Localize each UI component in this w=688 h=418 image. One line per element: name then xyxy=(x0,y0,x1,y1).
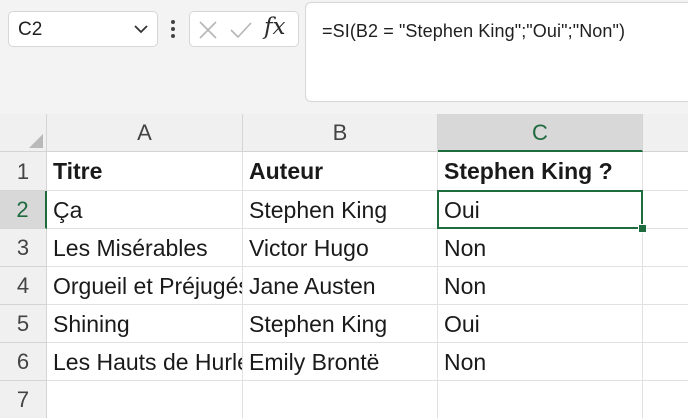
cell-c5[interactable]: Oui xyxy=(438,305,643,343)
cell-d3[interactable] xyxy=(643,229,688,267)
column-header-a[interactable]: A xyxy=(47,114,243,152)
cell-a1[interactable]: Titre xyxy=(47,152,243,191)
row-header-2[interactable]: 2 xyxy=(0,191,47,229)
cell-b7[interactable] xyxy=(243,381,438,418)
cell-b4[interactable]: Jane Austen xyxy=(243,267,438,305)
cell-d4[interactable] xyxy=(643,267,688,305)
row-header-3[interactable]: 3 xyxy=(0,229,47,267)
select-all-button[interactable] xyxy=(0,114,47,152)
select-all-triangle-icon xyxy=(29,134,43,148)
more-options-icon[interactable] xyxy=(168,16,178,42)
row-header-6[interactable]: 6 xyxy=(0,343,47,381)
name-box[interactable]: C2 xyxy=(8,11,158,47)
row-header-4[interactable]: 4 xyxy=(0,267,47,305)
cell-d1[interactable] xyxy=(643,152,688,191)
cell-a2[interactable]: Ça xyxy=(47,191,243,229)
formula-actions: fx xyxy=(189,11,299,47)
active-cell-border[interactable] xyxy=(437,190,643,229)
spreadsheet-app: C2 fx =SI(B2 = "Stephen King";"Oui";"Non… xyxy=(0,0,688,418)
cell-d5[interactable] xyxy=(643,305,688,343)
row-header-5[interactable]: 5 xyxy=(0,305,47,343)
cell-b5[interactable]: Stephen King xyxy=(243,305,438,343)
fill-handle[interactable] xyxy=(638,224,647,233)
cell-a4[interactable]: Orgueil et Préjugés xyxy=(47,267,243,305)
name-box-value: C2 xyxy=(18,19,43,40)
formula-text: =SI(B2 = "Stephen King";"Oui";"Non") xyxy=(322,21,626,41)
cell-a7[interactable] xyxy=(47,381,243,418)
cell-d6[interactable] xyxy=(643,343,688,381)
cell-c3[interactable]: Non xyxy=(438,229,643,267)
column-header-c[interactable]: C xyxy=(438,114,643,152)
cell-c1[interactable]: Stephen King ? xyxy=(438,152,643,191)
cell-c7[interactable] xyxy=(438,381,643,418)
cell-d2[interactable] xyxy=(643,191,688,229)
chevron-down-icon[interactable] xyxy=(133,22,149,36)
insert-function-button[interactable]: fx xyxy=(264,14,285,40)
close-icon[interactable] xyxy=(198,20,218,40)
checkmark-icon[interactable] xyxy=(229,20,253,40)
row-header-7[interactable]: 7 xyxy=(0,381,47,418)
cell-b1[interactable]: Auteur xyxy=(243,152,438,191)
cell-a5[interactable]: Shining xyxy=(47,305,243,343)
formula-input[interactable]: =SI(B2 = "Stephen King";"Oui";"Non") xyxy=(305,2,688,102)
worksheet-grid: ABC 1234567 Titre Auteur Stephen King ? Ça S… xyxy=(0,114,688,418)
cell-b3[interactable]: Victor Hugo xyxy=(243,229,438,267)
column-header-b[interactable]: B xyxy=(243,114,438,152)
cell-a3[interactable]: Les Misérables xyxy=(47,229,243,267)
cell-d7[interactable] xyxy=(643,381,688,418)
cell-c4[interactable]: Non xyxy=(438,267,643,305)
cell-b2[interactable]: Stephen King xyxy=(243,191,438,229)
cell-a6[interactable]: Les Hauts de Hurlevent xyxy=(47,343,243,381)
column-header-d[interactable] xyxy=(643,114,688,152)
formula-bar-area: C2 fx =SI(B2 = "Stephen King";"Oui";"Non… xyxy=(0,0,688,114)
cell-c6[interactable]: Non xyxy=(438,343,643,381)
row-header-1[interactable]: 1 xyxy=(0,152,47,191)
cell-b6[interactable]: Emily Brontë xyxy=(243,343,438,381)
